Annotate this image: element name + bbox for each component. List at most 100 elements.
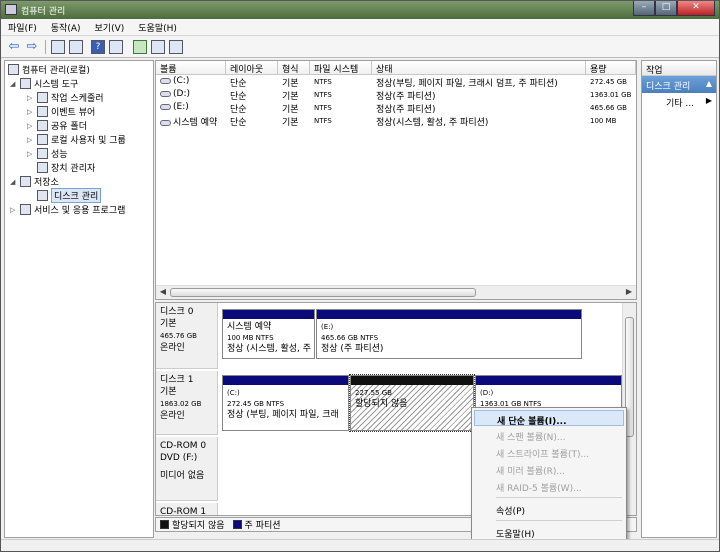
table-row[interactable]: (D:) 단순 기본 NTFS 정상(주 파티션) 1363.01 GB xyxy=(156,89,636,102)
disk-kind: 기본 xyxy=(160,319,177,329)
volume-name-cell: (D:) xyxy=(158,89,190,99)
expand-icon[interactable]: ▷ xyxy=(27,108,36,116)
tree-item-computer-management[interactable]: 컴퓨터 관리(로컬) xyxy=(8,63,90,76)
drive-icon xyxy=(160,119,171,126)
maximize-button[interactable]: □ xyxy=(655,1,677,16)
menu-item-new-simple-volume[interactable]: 새 단순 볼륨(I)... xyxy=(474,410,624,427)
computer-icon xyxy=(8,64,19,75)
status-cell: 정상(주 파티션) xyxy=(376,105,436,115)
cdrom-0-label[interactable]: CD-ROM 0 DVD (F:) 미디어 없음 xyxy=(156,437,218,501)
collapse-icon[interactable]: ◢ xyxy=(10,178,19,186)
table-row[interactable]: (E:) 단순 기본 NTFS 정상(주 파티션) 465.66 GB xyxy=(156,102,636,115)
tree-item-label: 이벤트 뷰어 xyxy=(51,108,96,118)
volume-name: (E:) xyxy=(173,102,189,112)
submenu-arrow-icon: ▶ xyxy=(705,96,712,105)
partition-system-reserved[interactable]: 시스템 예약 100 MB NTFS 정상 (시스템, 활성, 주 xyxy=(222,309,315,359)
horizontal-scrollbar[interactable]: ◀ ▶ xyxy=(156,285,636,299)
column-header-type[interactable]: 형식 xyxy=(278,61,310,75)
type-cell: 기본 xyxy=(282,105,299,115)
help-icon[interactable]: ? xyxy=(91,40,105,54)
column-header-filesystem[interactable]: 파일 시스템 xyxy=(310,61,372,75)
performance-icon xyxy=(37,148,48,159)
primary-partition-bar xyxy=(223,310,314,319)
tree-item-event-viewer[interactable]: ▷ 이벤트 뷰어 xyxy=(27,105,95,118)
expand-icon[interactable]: ▷ xyxy=(27,150,36,158)
column-header-layout[interactable]: 레이아웃 xyxy=(226,61,278,75)
tree-item-task-scheduler[interactable]: ▷ 작업 스케줄러 xyxy=(27,91,104,104)
disk-size: 465.76 GB xyxy=(160,332,197,340)
actions-more-item[interactable]: 기타 ... ▶ xyxy=(642,93,716,112)
menu-item-new-mirror-volume[interactable]: 새 미러 볼륨(R)... xyxy=(474,461,624,477)
column-header-capacity[interactable]: 용량 xyxy=(586,61,636,75)
table-row[interactable]: (C:) 단순 기본 NTFS 정상(부팅, 페이지 파일, 크래시 덤프, 주… xyxy=(156,76,636,89)
tree-item-system-tools[interactable]: ◢ 시스템 도구 xyxy=(10,77,78,90)
tree-item-shared-folders[interactable]: ▷ 공유 폴더 xyxy=(27,119,87,132)
storage-icon xyxy=(20,176,31,187)
status-cell: 정상(시스템, 활성, 주 파티션) xyxy=(376,118,489,128)
partition-e[interactable]: (E:) 465.66 GB NTFS 정상 (주 파티션) xyxy=(316,309,582,359)
tree-item-disk-management[interactable]: 디스크 관리 xyxy=(37,188,102,203)
scrollbar-thumb[interactable] xyxy=(170,288,476,297)
tree-item-storage[interactable]: ◢ 저장소 xyxy=(10,175,59,188)
column-header-status[interactable]: 상태 xyxy=(372,61,586,75)
disk-1-label[interactable]: 디스크 1 기본 1863.02 GB 온라인 xyxy=(156,371,218,435)
collapse-icon[interactable]: ◢ xyxy=(10,80,19,88)
filesystem-cell: NTFS xyxy=(314,117,332,125)
type-cell: 기본 xyxy=(282,118,299,128)
show-action-pane-icon[interactable] xyxy=(109,40,123,54)
menu-file[interactable]: 파일(F) xyxy=(1,19,44,35)
status-cell: 정상(부팅, 페이지 파일, 크래시 덤프, 주 파티션) xyxy=(376,79,558,89)
layout-cell: 단순 xyxy=(230,118,247,128)
volume-name-cell: (C:) xyxy=(158,76,189,86)
menu-item-properties[interactable]: 속성(P) xyxy=(474,501,624,517)
partition-status: 정상 (부팅, 페이지 파일, 크래 xyxy=(227,410,339,420)
partition-unallocated[interactable]: 227.55 GB 할당되지 않음 xyxy=(349,374,475,432)
menu-help[interactable]: 도움말(H) xyxy=(131,19,184,35)
menu-item-new-raid5-volume[interactable]: 새 RAID-5 볼륨(W)... xyxy=(474,478,624,494)
minimize-button[interactable]: – xyxy=(633,1,655,16)
up-folder-icon[interactable] xyxy=(51,40,65,54)
menu-view[interactable]: 보기(V) xyxy=(88,19,132,35)
menu-action[interactable]: 동작(A) xyxy=(44,19,88,35)
cdrom-1-label[interactable]: CD-ROM 1 xyxy=(156,503,218,515)
scroll-left-icon[interactable]: ◀ xyxy=(157,287,169,299)
context-menu: 새 단순 볼륨(I)... 새 스팬 볼륨(N)... 새 스트라이프 볼륨(T… xyxy=(471,407,627,541)
export-list-icon[interactable] xyxy=(169,40,183,54)
properties-icon[interactable] xyxy=(151,40,165,54)
show-hide-tree-icon[interactable] xyxy=(69,40,83,54)
expand-icon[interactable]: ▷ xyxy=(27,136,36,144)
capacity-cell: 1363.01 GB xyxy=(590,91,632,99)
computer-management-window: 컴퓨터 관리 – □ ✕ 파일(F) 동작(A) 보기(V) 도움말(H) ⇦ … xyxy=(0,0,720,552)
menu-item-new-striped-volume[interactable]: 새 스트라이프 볼륨(T)... xyxy=(474,444,624,460)
expand-icon[interactable]: ▷ xyxy=(27,94,36,102)
disk-kind: DVD (F:) xyxy=(160,453,198,463)
drive-icon xyxy=(160,77,171,84)
type-cell: 기본 xyxy=(282,92,299,102)
collapse-up-icon[interactable]: ▲ xyxy=(706,79,712,88)
table-row[interactable]: 시스템 예약 단순 기본 NTFS 정상(시스템, 활성, 주 파티션) 100… xyxy=(156,115,636,128)
expand-icon[interactable]: ▷ xyxy=(27,122,36,130)
tree-item-services-applications[interactable]: ▷ 서비스 및 응용 프로그램 xyxy=(10,203,125,216)
unallocated-bar xyxy=(351,376,473,385)
primary-swatch xyxy=(232,520,242,529)
tree-item-performance[interactable]: ▷ 성능 xyxy=(27,147,68,160)
forward-arrow-icon[interactable]: ⇨ xyxy=(25,40,39,54)
services-icon xyxy=(20,204,31,215)
tree-item-local-users-groups[interactable]: ▷ 로컬 사용자 및 그룹 xyxy=(27,133,126,146)
back-arrow-icon[interactable]: ⇦ xyxy=(7,40,21,54)
menu-item-new-spanned-volume[interactable]: 새 스팬 볼륨(N)... xyxy=(474,427,624,443)
filesystem-cell: NTFS xyxy=(314,104,332,112)
actions-section-disk-management[interactable]: 디스크 관리 ▲ xyxy=(642,76,716,93)
primary-partition-bar xyxy=(317,310,581,319)
menu-item-help[interactable]: 도움말(H) xyxy=(474,524,624,540)
close-button[interactable]: ✕ xyxy=(677,1,715,16)
expand-icon[interactable]: ▷ xyxy=(10,206,19,214)
scroll-right-icon[interactable]: ▶ xyxy=(623,287,635,299)
partition-c[interactable]: (C:) 272.45 GB NTFS 정상 (부팅, 페이지 파일, 크래 xyxy=(222,375,349,431)
layout-cell: 단순 xyxy=(230,92,247,102)
column-header-volume[interactable]: 볼륨 xyxy=(156,61,226,75)
disk-0-label[interactable]: 디스크 0 기본 465.76 GB 온라인 xyxy=(156,303,218,369)
title-bar[interactable]: 컴퓨터 관리 – □ ✕ xyxy=(1,1,719,19)
refresh-icon[interactable] xyxy=(133,40,147,54)
tree-item-device-manager[interactable]: 장치 관리자 xyxy=(37,161,95,174)
